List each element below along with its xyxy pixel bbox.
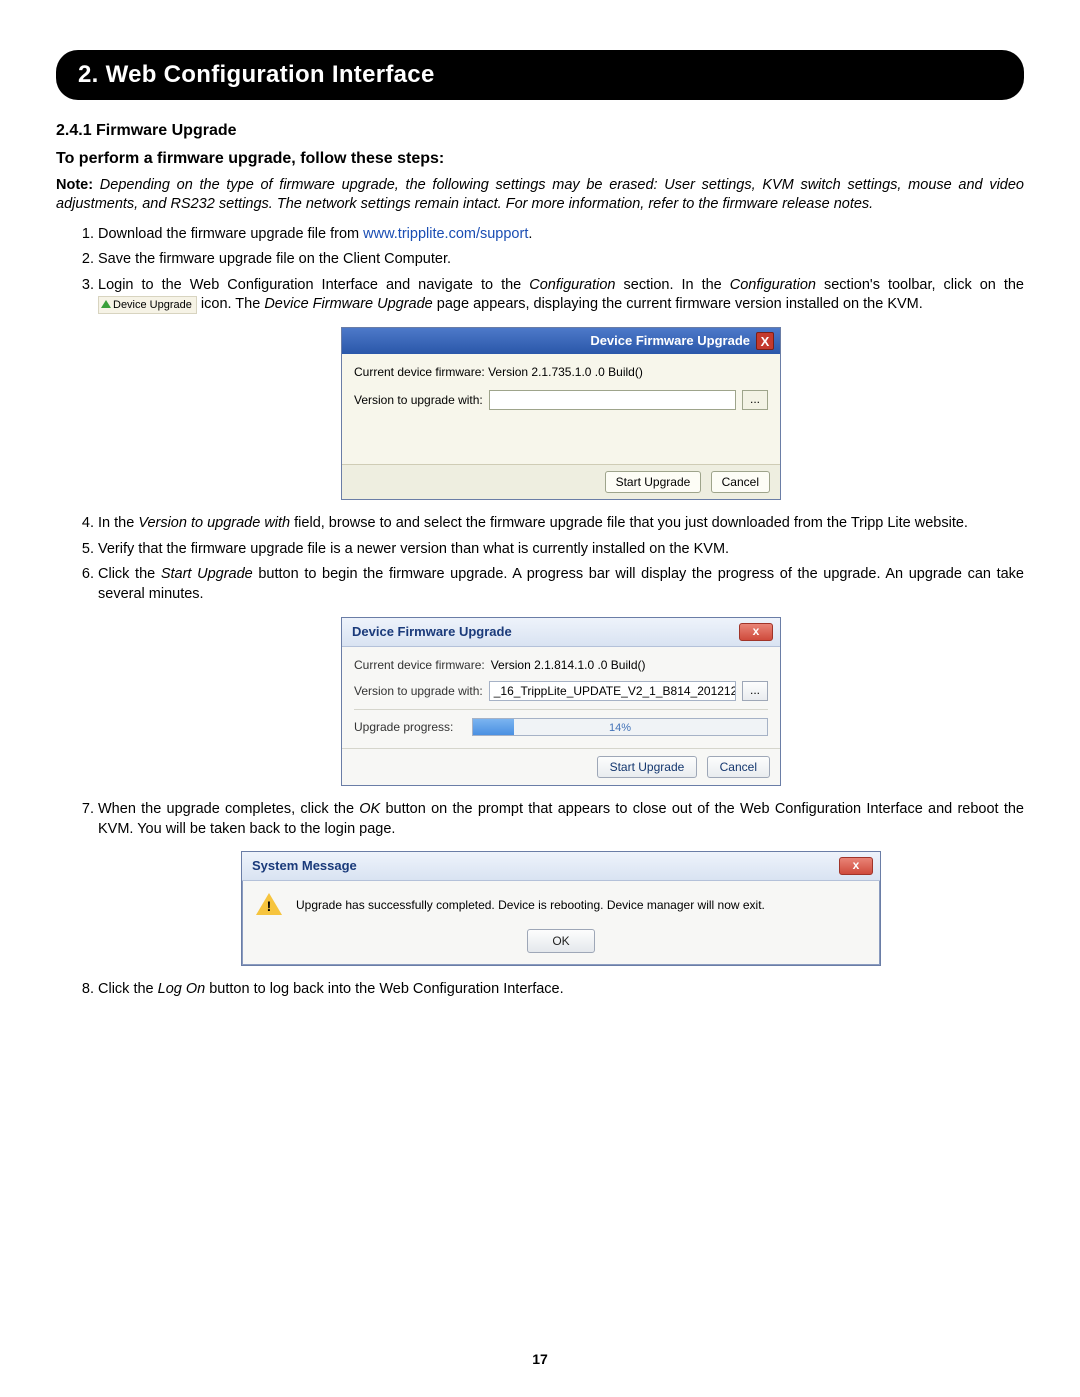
- device-upgrade-icon-chip: Device Upgrade: [98, 296, 197, 314]
- step-7: When the upgrade completes, click the OK…: [98, 800, 1024, 966]
- progress-bar-text: 14%: [473, 719, 767, 735]
- page-number: 17: [0, 1350, 1080, 1369]
- upgrade-progress-label: Upgrade progress:: [354, 719, 466, 735]
- current-firmware-label: Current device firmware:: [354, 365, 485, 379]
- banner-title: 2. Web Configuration Interface: [78, 61, 435, 88]
- dialog-firmware-upgrade-progress: Device Firmware Upgrade x Current device…: [341, 617, 781, 786]
- current-firmware-value: Version 2.1.735.1.0 .0 Build(): [488, 365, 643, 379]
- system-message-text: Upgrade has successfully completed. Devi…: [296, 897, 765, 913]
- dialog-title-bar: System Message x: [242, 852, 880, 881]
- cancel-button[interactable]: Cancel: [711, 471, 770, 493]
- dialog-firmware-upgrade-initial: Device Firmware Upgrade X Current device…: [341, 327, 781, 500]
- close-icon[interactable]: x: [839, 857, 873, 875]
- arrow-up-icon: [101, 300, 111, 308]
- note-label: Note:: [56, 177, 93, 193]
- step-8: Click the Log On button to log back into…: [98, 980, 1024, 1000]
- dialog-title-bar: Device Firmware Upgrade x: [342, 618, 780, 647]
- step-6: Click the Start Upgrade button to begin …: [98, 565, 1024, 786]
- section-banner: 2. Web Configuration Interface: [56, 50, 1024, 100]
- upgrade-file-input[interactable]: [489, 390, 736, 410]
- warning-icon: [256, 893, 282, 917]
- current-firmware-row: Current device firmware: Version 2.1.735…: [354, 364, 768, 380]
- step-1: Download the firmware upgrade file from …: [98, 225, 1024, 245]
- ok-button[interactable]: OK: [527, 929, 594, 953]
- progress-bar: 14%: [472, 718, 768, 736]
- dialog-title: Device Firmware Upgrade: [590, 332, 750, 350]
- dialog-title: Device Firmware Upgrade: [352, 623, 512, 641]
- close-icon[interactable]: X: [756, 332, 774, 350]
- dialog-title-bar: Device Firmware Upgrade X: [342, 328, 780, 354]
- step-3: Login to the Web Configuration Interface…: [98, 276, 1024, 501]
- step-2: Save the firmware upgrade file on the Cl…: [98, 250, 1024, 270]
- section-title: 2.4.1 Firmware Upgrade: [56, 120, 1024, 142]
- step-5: Verify that the firmware upgrade file is…: [98, 540, 1024, 560]
- close-icon[interactable]: x: [739, 623, 773, 641]
- support-link[interactable]: www.tripplite.com/support: [363, 226, 528, 242]
- cancel-button[interactable]: Cancel: [707, 756, 770, 778]
- current-firmware-value: Version 2.1.814.1.0 .0 Build(): [491, 657, 646, 673]
- dialog-system-message: System Message x Upgrade has successfull…: [241, 851, 881, 966]
- note-text: Depending on the type of firmware upgrad…: [56, 177, 1024, 213]
- start-upgrade-button[interactable]: Start Upgrade: [605, 471, 702, 493]
- version-upgrade-label: Version to upgrade with:: [354, 683, 483, 699]
- note-paragraph: Note: Depending on the type of firmware …: [56, 176, 1024, 215]
- current-firmware-label: Current device firmware:: [354, 657, 485, 673]
- upgrade-file-input[interactable]: _16_TrippLite_UPDATE_V2_1_B814_20121218.…: [489, 681, 736, 701]
- current-firmware-row: Current device firmware: Version 2.1.814…: [354, 657, 768, 673]
- browse-button[interactable]: ...: [742, 390, 768, 410]
- version-upgrade-label: Version to upgrade with:: [354, 392, 483, 408]
- step-4: In the Version to upgrade with field, br…: [98, 514, 1024, 534]
- section-subhead: To perform a firmware upgrade, follow th…: [56, 148, 1024, 170]
- start-upgrade-button[interactable]: Start Upgrade: [597, 756, 698, 778]
- dialog-title: System Message: [252, 857, 357, 875]
- browse-button[interactable]: ...: [742, 681, 768, 701]
